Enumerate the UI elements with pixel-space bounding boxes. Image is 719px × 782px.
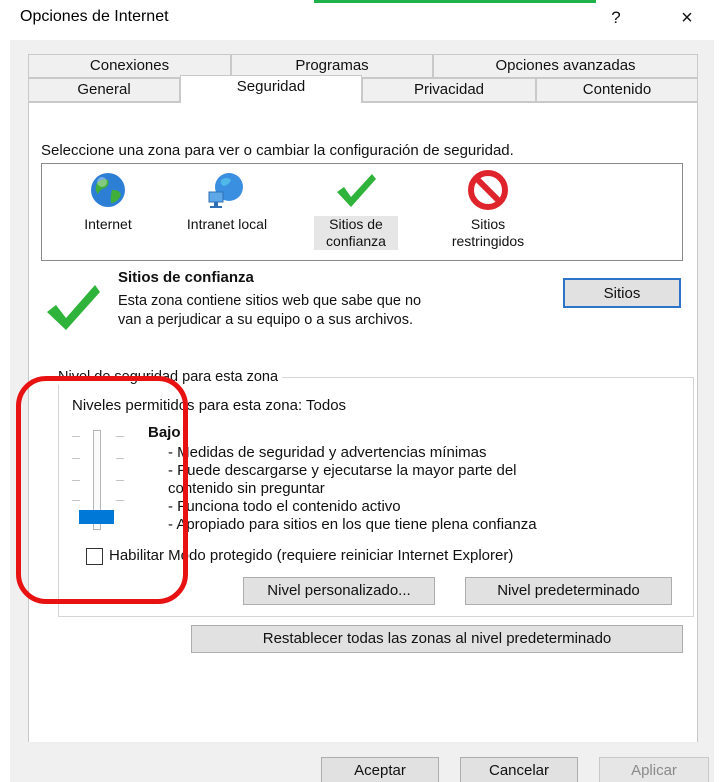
custom-level-button[interactable]: Nivel personalizado... — [243, 577, 435, 605]
zone-sitios-confianza-label-1: Sitios de — [314, 216, 398, 233]
security-level-description: - Medidas de seguridad y advertencias mí… — [168, 444, 638, 534]
close-button[interactable]: × — [672, 6, 702, 30]
selected-zone-desc-line1: Esta zona contiene sitios web que sabe q… — [118, 293, 422, 309]
sites-button[interactable]: Sitios — [563, 278, 681, 308]
window-title: Opciones de Internet — [20, 8, 169, 25]
selected-zone-description: Esta zona contiene sitios web que sabe q… — [118, 292, 528, 330]
zone-sitios-confianza[interactable]: Sitios de confianza — [314, 170, 398, 250]
selected-zone-title: Sitios de confianza — [118, 269, 254, 286]
zone-intranet-label: Intranet local — [186, 216, 268, 232]
level-bullet: contenido sin preguntar — [168, 480, 325, 497]
zone-restringidos-label-1: Sitios — [470, 216, 506, 232]
help-button[interactable]: ? — [604, 6, 628, 30]
zone-internet-label: Internet — [84, 216, 132, 232]
checkmark-icon — [337, 174, 376, 207]
zone-internet[interactable]: Internet — [66, 170, 150, 233]
network-globe-icon — [208, 173, 243, 208]
zone-intranet-local[interactable]: Intranet local — [174, 170, 280, 233]
apply-button[interactable]: Aplicar — [599, 757, 709, 782]
zone-restringidos-label-2: restringidos — [451, 233, 525, 249]
zone-sitios-confianza-label-2: confianza — [314, 233, 398, 250]
tab-seguridad[interactable]: Seguridad — [180, 75, 362, 103]
trusted-zone-checkmark-icon — [47, 285, 100, 330]
reset-all-zones-button[interactable]: Restablecer todas las zonas al nivel pre… — [191, 625, 683, 653]
ok-button[interactable]: Aceptar — [321, 757, 439, 782]
zone-sitios-restringidos[interactable]: Sitios restringidos — [438, 170, 538, 250]
tab-opciones-avanzadas[interactable]: Opciones avanzadas — [433, 54, 698, 78]
cancel-button[interactable]: Cancelar — [460, 757, 578, 782]
level-bullet: - Puede descargarse y ejecutarse la mayo… — [168, 462, 517, 479]
selected-zone-desc-line2: van a perjudicar a su equipo o a sus arc… — [118, 312, 414, 328]
prohibited-icon — [468, 170, 508, 210]
tab-contenido[interactable]: Contenido — [536, 78, 698, 102]
default-level-button[interactable]: Nivel predeterminado — [465, 577, 672, 605]
green-highlight-bar — [314, 0, 596, 3]
level-bullet: - Funciona todo el contenido activo — [168, 498, 401, 515]
tab-privacidad[interactable]: Privacidad — [362, 78, 536, 102]
zone-prompt: Seleccione una zona para ver o cambiar l… — [41, 142, 514, 159]
level-bullet: - Medidas de seguridad y advertencias mí… — [168, 444, 487, 461]
red-highlight-annotation — [16, 376, 188, 604]
tab-general[interactable]: General — [28, 78, 180, 102]
zone-list: Internet Intranet local Sitios de confia… — [41, 163, 683, 261]
globe-icon — [91, 173, 125, 207]
level-bullet: - Apropiado para sitios en los que tiene… — [168, 516, 537, 533]
